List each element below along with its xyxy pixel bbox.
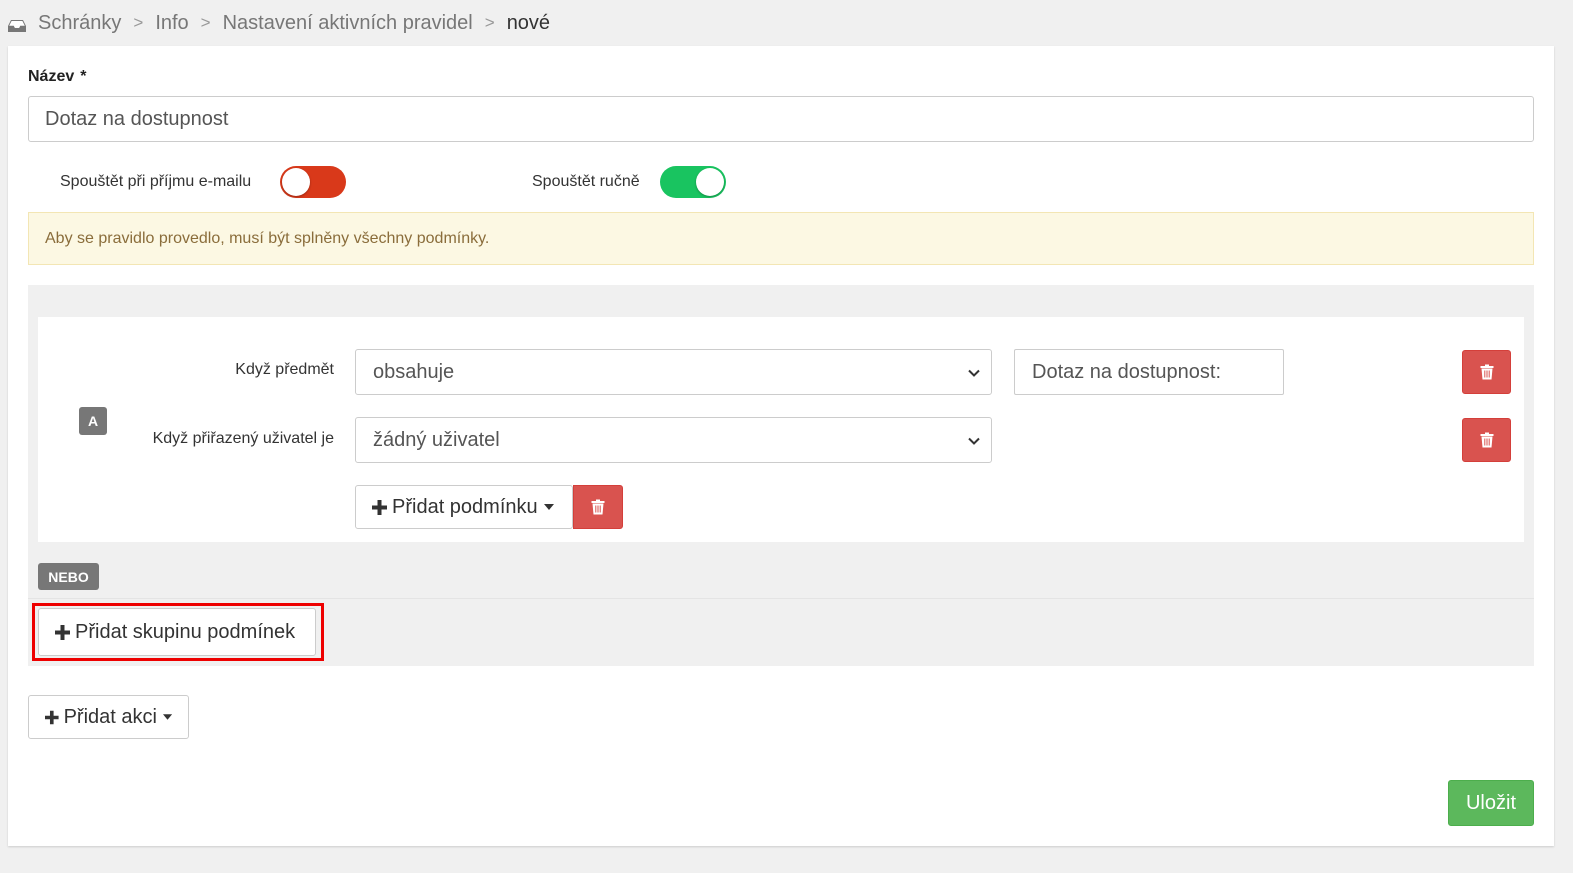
breadcrumb-link-rules[interactable]: Nastavení aktivních pravidel — [223, 12, 473, 35]
add-condition-label: Přidat podmínku — [392, 495, 538, 518]
plus-icon — [45, 710, 59, 724]
save-button[interactable]: Uložit — [1448, 780, 1534, 826]
breadcrumb-separator: > — [200, 13, 211, 32]
operator-value: žádný uživatel — [373, 428, 500, 451]
info-alert: Aby se pravidlo provedlo, musí být splně… — [28, 212, 1534, 265]
toggle-manual-label: Spouštět ručně — [532, 173, 640, 190]
chevron-down-icon — [968, 369, 980, 377]
toggle-manual[interactable] — [660, 166, 726, 198]
caret-down-icon — [162, 714, 172, 720]
delete-condition-button[interactable] — [1462, 350, 1511, 394]
condition-label-subject: Když předmět — [235, 361, 334, 378]
caret-down-icon — [543, 504, 554, 510]
plus-icon — [372, 499, 387, 515]
breadcrumb-link-info[interactable]: Info — [155, 12, 188, 35]
subject-value-input[interactable]: Dotaz na dostupnost: — [1014, 349, 1284, 395]
toggle-knob — [282, 168, 310, 196]
add-condition-button[interactable]: Přidat podmínku — [355, 485, 573, 529]
add-action-label: Přidat akci — [63, 705, 157, 728]
breadcrumb-separator: > — [133, 13, 144, 32]
highlight-box — [32, 603, 324, 661]
name-input[interactable] — [28, 96, 1534, 142]
trash-icon — [1480, 432, 1493, 448]
condition-group: A Když předmět obsahuje Dotaz na dostupn… — [38, 317, 1524, 542]
conditions-area: A Když předmět obsahuje Dotaz na dostupn… — [28, 285, 1534, 666]
breadcrumb: Schránky > Info > Nastavení aktivních pr… — [0, 0, 1573, 46]
trash-icon — [1480, 364, 1493, 380]
required-mark: * — [80, 68, 87, 85]
delete-condition-button[interactable] — [1462, 418, 1511, 462]
trash-icon — [591, 499, 605, 515]
or-badge: NEBO — [38, 563, 99, 590]
operator-select-subject[interactable]: obsahuje — [355, 349, 992, 395]
chevron-down-icon — [968, 437, 980, 445]
breadcrumb-separator: > — [484, 13, 495, 32]
add-action-button[interactable]: Přidat akci — [28, 695, 189, 739]
delete-group-button[interactable] — [573, 485, 623, 529]
inbox-icon — [8, 16, 26, 32]
toggle-knob — [696, 168, 724, 196]
operator-select-assignee[interactable]: žádný uživatel — [355, 417, 992, 463]
rule-form-panel: Název* Spouštět při příjmu e-mailu Spouš… — [8, 46, 1554, 846]
toggle-on-receive-label: Spouštět při příjmu e-mailu — [60, 173, 252, 190]
divider — [28, 598, 1534, 599]
breadcrumb-current: nové — [506, 11, 551, 34]
breadcrumb-link-schranky[interactable]: Schránky — [38, 12, 121, 35]
name-label: Název * — [28, 68, 87, 85]
condition-label-assignee: Když přiřazený uživatel je — [152, 430, 334, 447]
operator-value: obsahuje — [373, 360, 455, 383]
toggle-on-receive[interactable] — [280, 166, 346, 198]
